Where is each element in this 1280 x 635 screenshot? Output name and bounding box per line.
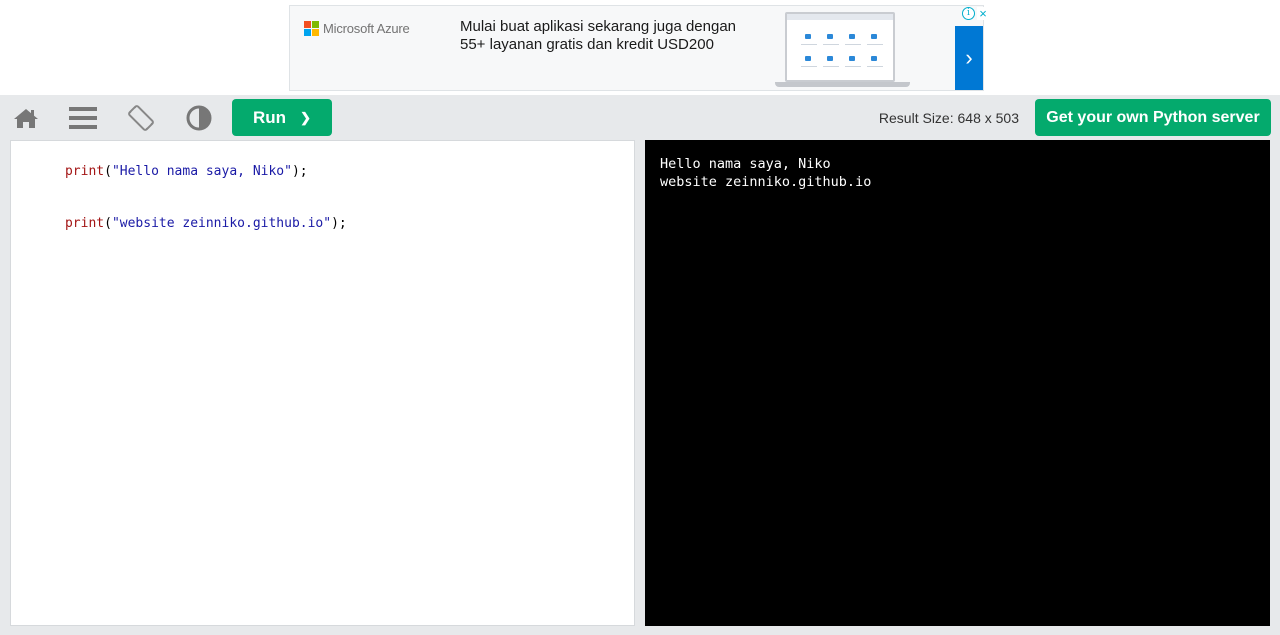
- ad-info-icon[interactable]: i: [962, 7, 975, 20]
- result-size-label: Result Size: 648 x 503: [878, 109, 1019, 126]
- rotate-icon[interactable]: [124, 95, 158, 140]
- code-string: "Hello nama saya, Niko": [111, 164, 292, 179]
- ad-brand: Microsoft Azure: [304, 21, 410, 36]
- run-button-label: Run: [253, 107, 287, 127]
- contrast-icon[interactable]: [184, 95, 214, 140]
- code-punct: (: [104, 216, 112, 231]
- menu-icon[interactable]: [66, 95, 100, 140]
- ad-close-icon[interactable]: ×: [977, 7, 989, 20]
- ad-strip: Microsoft Azure Mulai buat aplikasi seka…: [0, 0, 1280, 95]
- workspace: print("Hello nama saya, Niko"); print("w…: [0, 140, 1280, 635]
- code-punct: );: [291, 164, 308, 179]
- code-editor[interactable]: print("Hello nama saya, Niko"); print("w…: [10, 140, 635, 626]
- chevron-right-icon: ›: [965, 45, 973, 70]
- code-punct: );: [331, 216, 347, 231]
- code-punct: (: [104, 164, 112, 179]
- code-function: print: [64, 164, 105, 179]
- code-string: "website zeinniko.github.io": [111, 216, 332, 231]
- code-line[interactable]: print("Hello nama saya, Niko");: [18, 149, 308, 194]
- code-function: print: [64, 216, 105, 231]
- code-line[interactable]: print("website zeinniko.github.io");: [18, 201, 347, 246]
- ad-badges: i ×: [962, 7, 989, 20]
- ad-brand-label: Microsoft Azure: [323, 21, 410, 36]
- get-python-server-button[interactable]: Get your own Python server: [1035, 99, 1271, 136]
- ad-laptop-image: [775, 10, 910, 88]
- home-icon[interactable]: [10, 95, 42, 140]
- ad-headline[interactable]: Mulai buat aplikasi sekarang juga dengan…: [460, 18, 750, 54]
- output-line: website zeinniko.github.io: [660, 174, 872, 190]
- ad-banner[interactable]: Microsoft Azure Mulai buat aplikasi seka…: [289, 5, 989, 91]
- output-line: Hello nama saya, Niko: [660, 156, 831, 172]
- microsoft-logo-icon: [304, 21, 319, 36]
- ad-next-button[interactable]: ›: [955, 26, 983, 90]
- result-output: Hello nama saya, Niko website zeinniko.g…: [645, 140, 1270, 626]
- chevron-right-icon: ❯: [300, 109, 311, 125]
- run-button[interactable]: Run ❯: [232, 99, 332, 136]
- toolbar: Run ❯ Result Size: 648 x 503 Get your ow…: [0, 95, 1280, 140]
